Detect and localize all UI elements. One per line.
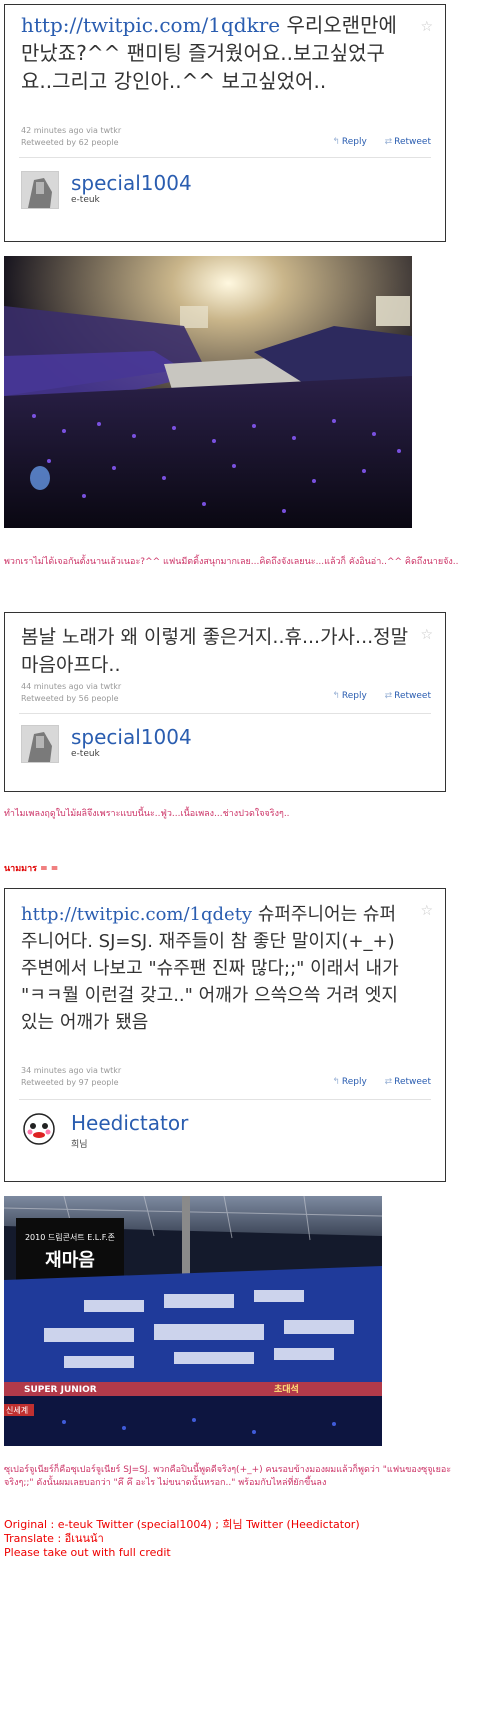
- avatar[interactable]: [21, 171, 59, 209]
- display-name: e-teuk: [71, 195, 100, 205]
- reply-link[interactable]: Reply: [342, 1077, 367, 1087]
- retweet-icon: ⇄: [384, 1077, 393, 1087]
- tweet-meta: 44 minutes ago via twtkr Retweeted by 56…: [21, 681, 121, 705]
- display-name: e-teuk: [71, 749, 100, 759]
- username[interactable]: special1004: [71, 171, 192, 195]
- retweet-count: Retweeted by 56 people: [21, 694, 119, 703]
- credit-translator: Translate : อีเนนน้า: [4, 1532, 104, 1545]
- retweet-link[interactable]: Retweet: [394, 137, 431, 147]
- translation-text: ทำไมเพลงฤดูใบไม้ผลิจึงเพราะแบบนี้นะ..ฟู่…: [4, 809, 290, 819]
- credits: Original : e-teuk Twitter (special1004) …: [4, 1518, 360, 1560]
- tweet-actions: ↰ Reply ⇄ Retweet: [332, 691, 431, 701]
- retweet-icon: ⇄: [384, 137, 393, 147]
- concert-photo: [4, 256, 412, 528]
- divider: [19, 713, 431, 714]
- reply-arrow-icon: ↰: [332, 137, 340, 147]
- retweet-link[interactable]: Retweet: [394, 1077, 431, 1087]
- tweet-timestamp: 42 minutes ago via twtkr: [21, 126, 122, 135]
- translation-text: พวกเราไม่ได้เจอกันตั้งนานเล้วเนอะ?^^ แฟน…: [4, 557, 459, 567]
- ad-text: SUPER JUNIOR: [24, 1385, 97, 1395]
- retweet-icon: ⇄: [384, 691, 393, 701]
- star-icon[interactable]: ☆: [420, 19, 433, 35]
- reply-link[interactable]: Reply: [342, 691, 367, 701]
- username[interactable]: special1004: [71, 725, 192, 749]
- tweet-actions: ↰ Reply ⇄ Retweet: [332, 1077, 431, 1087]
- tweet-body: 봄날 노래가 왜 이렇게 좋은거지..휴...가사...정말 마음아프다..: [21, 626, 409, 676]
- avatar[interactable]: [21, 1111, 57, 1147]
- ad-text: 초대석: [274, 1383, 299, 1395]
- tweet-link[interactable]: http://twitpic.com/1qdkre: [21, 13, 280, 37]
- reply-link[interactable]: Reply: [342, 137, 367, 147]
- stadium-photo: 2010 드림콘서트 E.L.F.존 재마음 SUPER JUNIOR 초대석 …: [4, 1196, 382, 1446]
- divider: [19, 157, 431, 158]
- tweet-text: http://twitpic.com/1qdkre 우리오랜만에 만났죠?^^ …: [21, 11, 411, 95]
- ad-text: 신세계: [6, 1405, 28, 1415]
- reply-arrow-icon: ↰: [332, 691, 340, 701]
- display-name: 희님: [71, 1140, 88, 1150]
- username[interactable]: Heedictator: [71, 1111, 188, 1135]
- tweet-card: 봄날 노래가 왜 이렇게 좋은거지..휴...가사...정말 마음아프다.. ☆…: [4, 612, 446, 792]
- divider: [19, 1099, 431, 1100]
- credit-original: Original : e-teuk Twitter (special1004) …: [4, 1518, 360, 1531]
- retweet-count: Retweeted by 97 people: [21, 1078, 119, 1087]
- star-icon[interactable]: ☆: [420, 903, 433, 919]
- tweet-meta: 34 minutes ago via twtkr Retweeted by 97…: [21, 1065, 121, 1089]
- tweet-text: 봄날 노래가 왜 이렇게 좋은거지..휴...가사...정말 마음아프다..: [21, 623, 411, 679]
- tweet-timestamp: 34 minutes ago via twtkr: [21, 1066, 122, 1075]
- tweet-text: http://twitpic.com/1qdety 슈퍼주니어는 슈퍼주니어다.…: [21, 901, 411, 1036]
- tweet-meta: 42 minutes ago via twtkr Retweeted by 62…: [21, 125, 121, 149]
- tweet-timestamp: 44 minutes ago via twtkr: [21, 682, 122, 691]
- avatar[interactable]: [21, 725, 59, 763]
- reply-arrow-icon: ↰: [332, 1077, 340, 1087]
- tweet-actions: ↰ Reply ⇄ Retweet: [332, 137, 431, 147]
- tweet-card: http://twitpic.com/1qdety 슈퍼주니어는 슈퍼주니어다.…: [4, 888, 446, 1182]
- credit-notice: Please take out with full credit: [4, 1546, 171, 1559]
- banner-big-text: 재마음: [45, 1250, 95, 1271]
- banner-small-text: 2010 드림콘서트 E.L.F.존: [25, 1232, 115, 1242]
- tweet-link[interactable]: http://twitpic.com/1qdety: [21, 904, 252, 925]
- translation-text: ซุเปอร์จูเนียร์ก็คือซุเปอร์จูเนียร์ SJ=S…: [4, 1465, 452, 1488]
- retweet-count: Retweeted by 62 people: [21, 138, 119, 147]
- retweet-link[interactable]: Retweet: [394, 691, 431, 701]
- tweet-card: http://twitpic.com/1qdkre 우리오랜만에 만났죠?^^ …: [4, 4, 446, 242]
- star-icon[interactable]: ☆: [420, 627, 433, 643]
- translation-note: นามมาร = =: [4, 864, 59, 874]
